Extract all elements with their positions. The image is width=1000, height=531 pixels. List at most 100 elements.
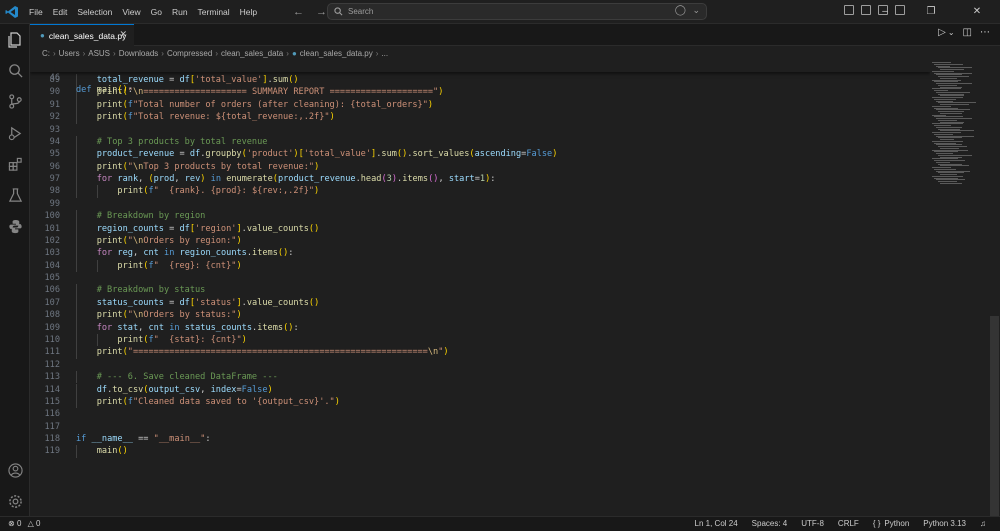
breadcrumb-item[interactable]: C: (42, 49, 50, 58)
line-number: 103 (44, 248, 60, 259)
indentation[interactable]: Spaces: 4 (752, 519, 788, 528)
code-line[interactable]: 109 for stat, cnt in status_counts.items… (30, 322, 930, 334)
account-icon[interactable] (0, 456, 30, 484)
breadcrumb-item[interactable]: Compressed (167, 49, 212, 58)
tab-clean-sales-data[interactable]: ● clean_sales_data.py ✕ (30, 24, 134, 46)
menu-edit[interactable]: Edit (48, 0, 73, 24)
code-line[interactable]: 105 (30, 272, 930, 284)
line-number: 92 (49, 112, 60, 123)
line-code: main() (96, 446, 128, 457)
encoding[interactable]: UTF-8 (801, 519, 824, 528)
warning-count: 0 (36, 519, 41, 528)
menu-selection[interactable]: Selection (72, 0, 117, 24)
breadcrumb-item[interactable]: Downloads (119, 49, 159, 58)
problems-indicator[interactable]: ⊗ 0 △ 0 (8, 519, 40, 528)
line-code: for rank, (prod, rev) in enumerate(produ… (96, 174, 496, 185)
run-dropdown-chevron-icon[interactable]: ⌄ (948, 28, 955, 38)
toggle-primary-sidebar-icon[interactable] (844, 5, 854, 15)
notifications-bell-icon[interactable]: ♫ (980, 519, 986, 528)
code-editor[interactable]: 46 def main(): 89 total_revenue = df['to… (30, 60, 930, 516)
sticky-scroll-header[interactable]: 46 def main(): (30, 60, 930, 95)
language-mode[interactable]: { } Python (873, 519, 909, 528)
code-line[interactable]: 113 # --- 6. Save cleaned DataFrame --- (30, 371, 930, 383)
code-line[interactable]: 106 # Breakdown by status (30, 284, 930, 296)
code-line[interactable]: 100 # Breakdown by region (30, 210, 930, 222)
menu-file[interactable]: File (24, 0, 48, 24)
python-icon[interactable] (0, 212, 30, 240)
search-placeholder: Search (348, 7, 374, 16)
code-line[interactable]: 93 (30, 124, 930, 136)
code-line[interactable]: 110 print(f" {stat}: {cnt}") (30, 334, 930, 346)
more-actions-icon[interactable]: ⋯ (980, 27, 990, 38)
extensions-icon[interactable] (0, 150, 30, 178)
code-line[interactable]: 99 (30, 198, 930, 210)
code-line[interactable]: 107 status_counts = df['status'].value_c… (30, 297, 930, 309)
code-line[interactable]: 102 print("\nOrders by region:") (30, 235, 930, 247)
code-line[interactable]: 114 df.to_csv(output_csv, index=False) (30, 384, 930, 396)
explorer-icon[interactable] (0, 26, 30, 54)
line-code: print("\nTop 3 products by total revenue… (96, 161, 320, 172)
breadcrumb-item[interactable]: clean_sales_data (221, 49, 283, 58)
testing-flask-icon[interactable] (0, 181, 30, 209)
end-of-line[interactable]: CRLF (838, 519, 859, 528)
menu-go[interactable]: Go (146, 0, 167, 24)
line-number: 99 (49, 198, 60, 209)
code-line[interactable]: 92 print(f"Total revenue: ${total_revenu… (30, 111, 930, 123)
run-debug-icon[interactable] (0, 119, 30, 147)
line-code: product_revenue = df.groupby('product')[… (96, 149, 558, 160)
code-line[interactable]: 111 print("=============================… (30, 346, 930, 358)
chevron-down-icon[interactable]: ⌄ (692, 5, 700, 16)
settings-gear-icon[interactable] (0, 487, 30, 515)
scrollbar-thumb[interactable] (990, 316, 999, 516)
code-line[interactable]: 112 (30, 359, 930, 371)
close-icon[interactable]: ✕ (954, 0, 1000, 24)
code-line[interactable]: 103 for reg, cnt in region_counts.items(… (30, 247, 930, 259)
menu-view[interactable]: View (117, 0, 145, 24)
editor-tabs: ● clean_sales_data.py ✕ ▷ ⌄ ◫ ⋯ (30, 24, 1000, 46)
code-line[interactable]: 119 main() (30, 445, 930, 457)
menu-help[interactable]: Help (235, 0, 262, 24)
line-number: 108 (44, 310, 60, 321)
indent-guide (76, 395, 77, 409)
python-interpreter[interactable]: Python 3.13 (923, 519, 966, 528)
copilot-icon[interactable]: ◯ (675, 5, 686, 16)
restore-icon[interactable]: ❐ (908, 0, 954, 24)
code-line[interactable]: 97 for rank, (prod, rev) in enumerate(pr… (30, 173, 930, 185)
command-center-search[interactable]: Search ◯ ⌄ (327, 3, 707, 20)
breadcrumb-item[interactable]: Users (59, 49, 80, 58)
menu-run[interactable]: Run (167, 0, 193, 24)
code-line[interactable]: 89 total_revenue = df['total_value'].sum… (30, 74, 930, 86)
minimap[interactable] (930, 60, 988, 516)
split-editor-icon[interactable]: ◫ (963, 27, 972, 38)
code-line[interactable]: 115 print(f"Cleaned data saved to '{outp… (30, 396, 930, 408)
code-line[interactable]: 116 (30, 408, 930, 420)
code-line[interactable]: 117 (30, 421, 930, 433)
indent-guide (76, 321, 77, 334)
close-tab-icon[interactable]: ✕ (119, 29, 127, 40)
code-line[interactable]: 104 print(f" {reg}: {cnt}") (30, 260, 930, 272)
source-control-icon[interactable] (0, 87, 30, 115)
minimize-icon[interactable]: – (862, 0, 908, 24)
breadcrumb-item[interactable]: ... (381, 49, 388, 58)
python-file-icon: ● (40, 31, 45, 40)
forward-arrow-icon[interactable]: → (316, 4, 327, 20)
menu-terminal[interactable]: Terminal (193, 0, 235, 24)
cursor-position[interactable]: Ln 1, Col 24 (695, 519, 738, 528)
code-line[interactable]: 90 print("\n==================== SUMMARY… (30, 86, 930, 98)
code-line[interactable]: 94 # Top 3 products by total revenue (30, 136, 930, 148)
code-line[interactable]: 98 print(f" {rank}. {prod}: ${rev:,.2f}"… (30, 185, 930, 197)
run-python-file-icon[interactable]: ▷ (938, 27, 946, 38)
code-line[interactable]: 108 print("\nOrders by status:") (30, 309, 930, 321)
back-arrow-icon[interactable]: ← (293, 4, 304, 20)
breadcrumb-item[interactable]: ASUS (88, 49, 110, 58)
sticky-code: def main(): (76, 85, 133, 95)
line-number: 102 (44, 235, 60, 246)
indent-guide (76, 333, 77, 347)
breadcrumb-item[interactable]: clean_sales_data.py (300, 49, 373, 58)
code-line[interactable]: 91 print(f"Total number of orders (after… (30, 99, 930, 111)
code-line[interactable]: 95 product_revenue = df.groupby('product… (30, 148, 930, 160)
search-icon[interactable] (0, 56, 30, 84)
code-line[interactable]: 118 if __name__ == "__main__": (30, 433, 930, 445)
code-line[interactable]: 101 region_counts = df['region'].value_c… (30, 223, 930, 235)
code-line[interactable]: 96 print("\nTop 3 products by total reve… (30, 161, 930, 173)
